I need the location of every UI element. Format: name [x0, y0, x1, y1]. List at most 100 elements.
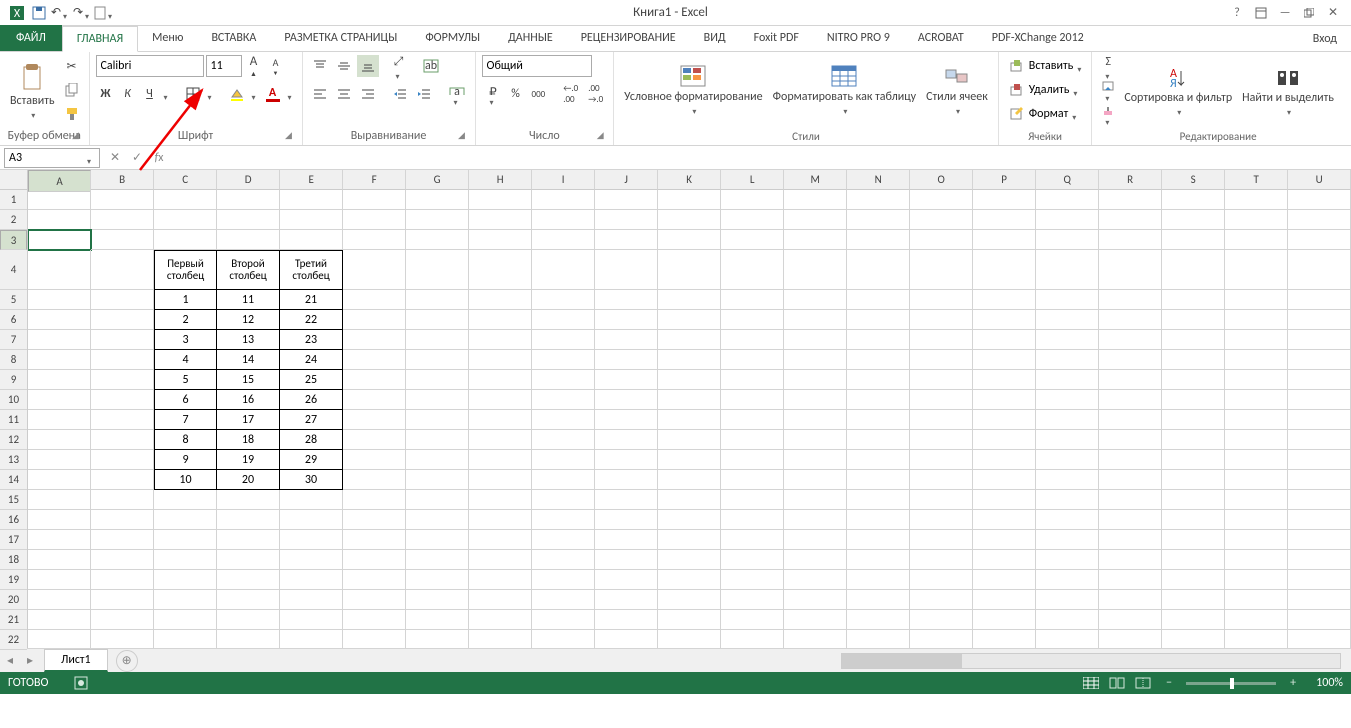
row-header[interactable]: 3 [0, 230, 27, 250]
cell[interactable] [1162, 310, 1225, 330]
cell[interactable] [721, 430, 784, 450]
cell[interactable] [721, 630, 784, 648]
cell[interactable] [1225, 610, 1288, 630]
cell[interactable] [469, 410, 532, 430]
cell[interactable] [847, 370, 910, 390]
cell[interactable] [1099, 450, 1162, 470]
cell[interactable] [532, 570, 595, 590]
cell[interactable] [154, 190, 217, 210]
cell[interactable] [847, 490, 910, 510]
cell[interactable] [595, 390, 658, 410]
cell[interactable] [1099, 530, 1162, 550]
cell[interactable] [469, 630, 532, 648]
cell[interactable] [469, 310, 532, 330]
cell[interactable] [595, 250, 658, 290]
cell[interactable] [847, 310, 910, 330]
cell[interactable] [28, 370, 91, 390]
cell[interactable] [1036, 250, 1099, 290]
cell[interactable] [1288, 490, 1351, 510]
cell[interactable] [406, 390, 469, 410]
row-header[interactable]: 11 [0, 410, 27, 430]
row-header[interactable]: 14 [0, 470, 27, 490]
cell[interactable] [154, 490, 217, 510]
sheet-nav-first-icon[interactable]: ◂ [0, 651, 20, 671]
cell[interactable] [1162, 210, 1225, 230]
column-header[interactable]: F [343, 170, 406, 190]
cell[interactable] [658, 210, 721, 230]
cell[interactable] [1036, 290, 1099, 310]
format-cells-label[interactable]: Формат [1029, 107, 1068, 121]
cell[interactable] [784, 410, 847, 430]
cell[interactable] [406, 490, 469, 510]
cell[interactable] [721, 470, 784, 490]
cell[interactable] [1288, 230, 1351, 250]
cell-styles-button[interactable]: Стили ячеек [922, 55, 992, 121]
cell[interactable]: 13 [217, 330, 280, 350]
row-header[interactable]: 5 [0, 290, 27, 310]
cell[interactable]: 20 [217, 470, 280, 490]
row-header[interactable]: 9 [0, 370, 27, 390]
cell[interactable] [595, 590, 658, 610]
cell[interactable] [469, 550, 532, 570]
cell[interactable] [469, 430, 532, 450]
cell[interactable] [721, 250, 784, 290]
cell[interactable] [1099, 490, 1162, 510]
cell[interactable] [406, 330, 469, 350]
cell[interactable] [973, 550, 1036, 570]
cell[interactable] [154, 210, 217, 230]
cell[interactable] [721, 350, 784, 370]
cell[interactable] [910, 310, 973, 330]
cell[interactable] [343, 570, 406, 590]
cell[interactable] [658, 570, 721, 590]
cell[interactable] [1162, 450, 1225, 470]
row-header[interactable]: 8 [0, 350, 27, 370]
cell[interactable] [406, 450, 469, 470]
cell[interactable] [1288, 550, 1351, 570]
cell[interactable] [595, 370, 658, 390]
cell[interactable] [1162, 590, 1225, 610]
cell[interactable]: 16 [217, 390, 280, 410]
cell[interactable] [532, 230, 595, 250]
minimize-icon[interactable]: — [1273, 3, 1297, 23]
cell[interactable] [28, 610, 91, 630]
comma-format-icon[interactable]: 000 [528, 83, 550, 105]
cell[interactable] [280, 230, 343, 250]
tab-review[interactable]: РЕЦЕНЗИРОВАНИЕ [567, 25, 690, 51]
cell[interactable] [469, 370, 532, 390]
cell[interactable] [658, 410, 721, 430]
cell[interactable]: 15 [217, 370, 280, 390]
cell[interactable] [1162, 470, 1225, 490]
cell[interactable]: Третий столбец [280, 250, 343, 290]
cell[interactable] [91, 210, 154, 230]
undo-icon[interactable]: ↶ [50, 2, 72, 24]
cell[interactable] [973, 290, 1036, 310]
cell[interactable] [280, 610, 343, 630]
cell[interactable] [1162, 510, 1225, 530]
cell[interactable]: 3 [154, 330, 217, 350]
cell[interactable] [469, 210, 532, 230]
view-normal-icon[interactable] [1078, 673, 1104, 693]
cell[interactable] [1099, 210, 1162, 230]
cell[interactable] [1162, 230, 1225, 250]
cell[interactable] [973, 350, 1036, 370]
cell[interactable] [91, 350, 154, 370]
cell[interactable] [1036, 490, 1099, 510]
cell[interactable] [1225, 530, 1288, 550]
alignment-dialog-icon[interactable]: ◢ [455, 130, 469, 144]
cell[interactable] [721, 490, 784, 510]
cell[interactable] [721, 570, 784, 590]
tab-data[interactable]: ДАННЫЕ [494, 25, 567, 51]
cell[interactable] [1162, 430, 1225, 450]
cell[interactable] [595, 610, 658, 630]
cell[interactable] [469, 350, 532, 370]
cell[interactable] [847, 530, 910, 550]
cell[interactable] [658, 470, 721, 490]
cell[interactable] [532, 490, 595, 510]
cell[interactable] [1288, 350, 1351, 370]
cell[interactable] [532, 290, 595, 310]
cell[interactable] [91, 530, 154, 550]
cell[interactable] [469, 390, 532, 410]
cell[interactable] [721, 450, 784, 470]
row-header[interactable]: 10 [0, 390, 27, 410]
cell[interactable] [910, 450, 973, 470]
